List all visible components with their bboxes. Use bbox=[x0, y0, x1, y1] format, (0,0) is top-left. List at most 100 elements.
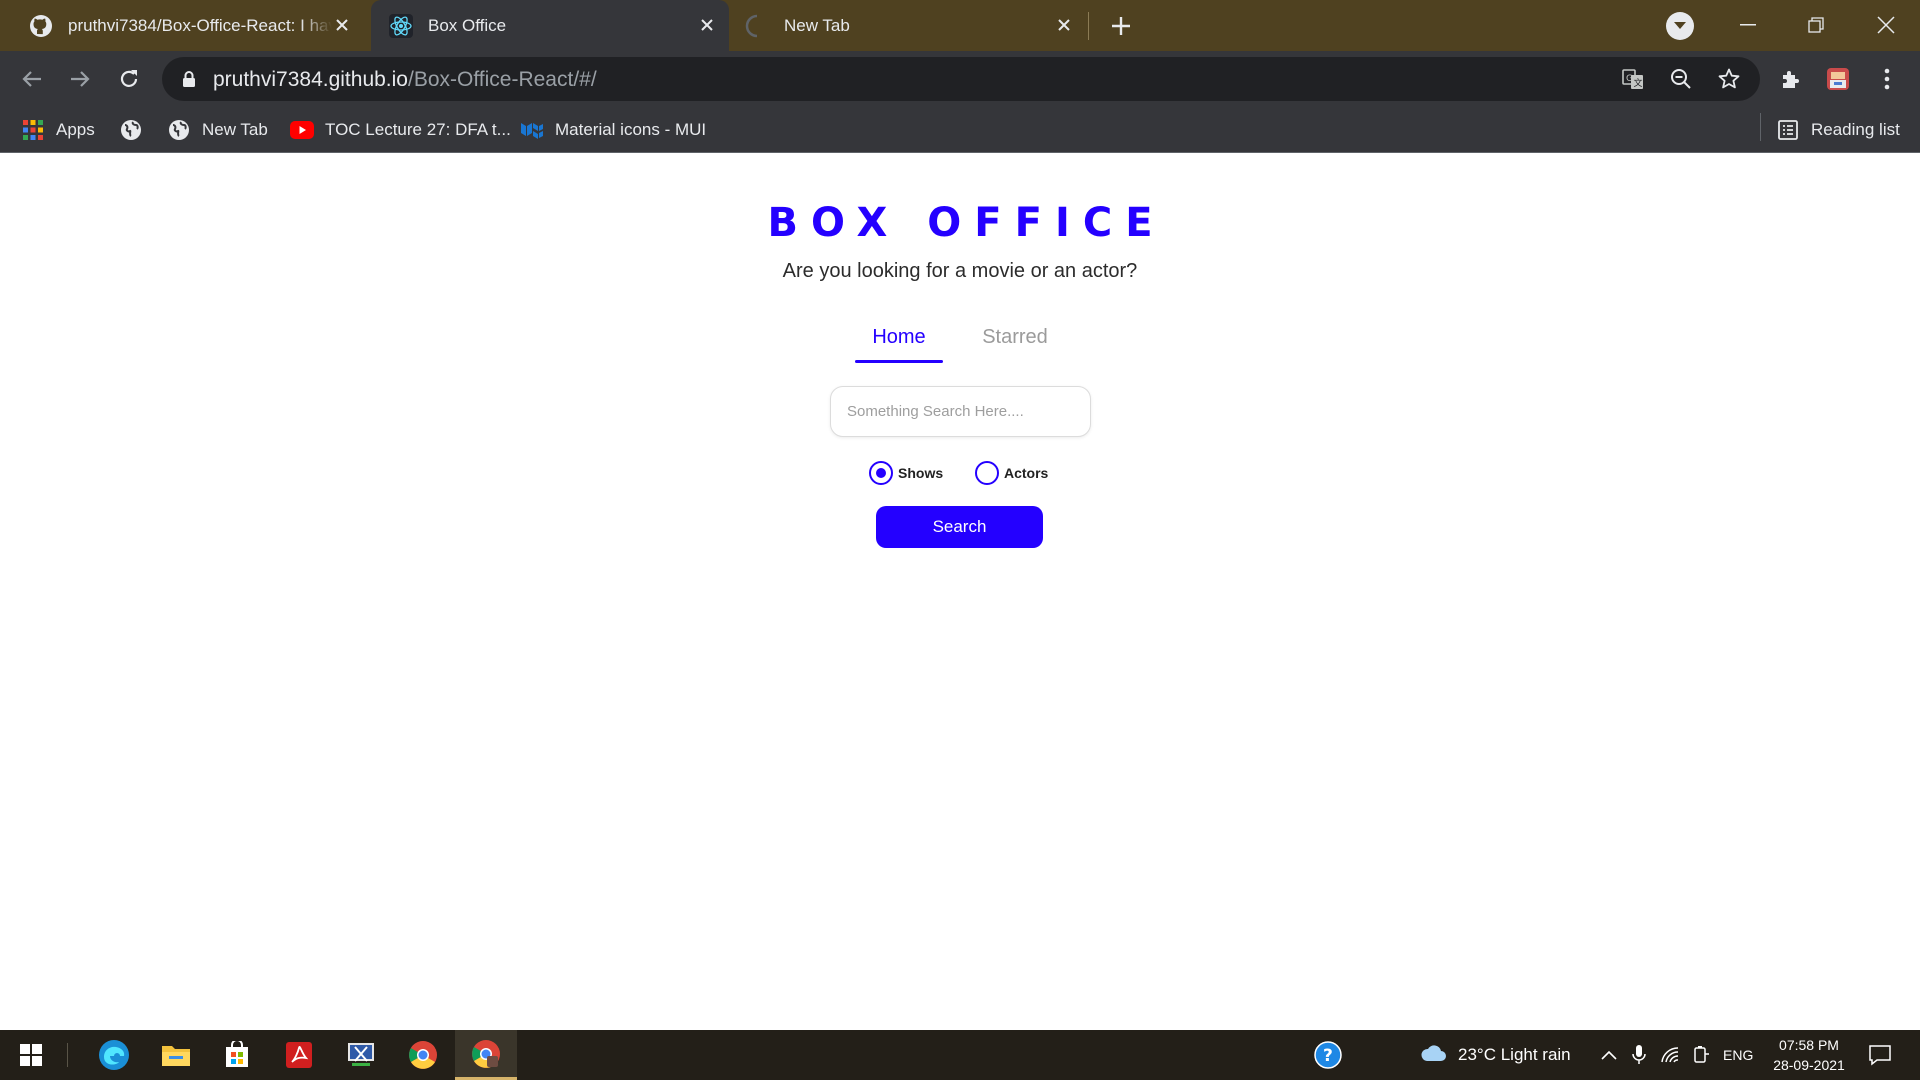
close-window-button[interactable] bbox=[1868, 8, 1904, 42]
page-content: BOX OFFICE Are you looking for a movie o… bbox=[0, 154, 1920, 1030]
chrome-profile-icon[interactable] bbox=[455, 1030, 517, 1080]
tab-new-tab[interactable]: New Tab bbox=[734, 0, 1086, 51]
profile-avatar[interactable] bbox=[1822, 63, 1854, 95]
weather-widget[interactable]: 23°C Light rain bbox=[1420, 1030, 1571, 1080]
close-tab-icon[interactable] bbox=[695, 13, 719, 37]
svg-text:G: G bbox=[1626, 74, 1633, 84]
bookmark-toc-lecture[interactable]: TOC Lecture 27: DFA t... bbox=[290, 117, 511, 143]
wifi-icon[interactable] bbox=[1660, 1030, 1682, 1080]
url-path: /Box-Office-React/#/ bbox=[407, 68, 597, 91]
reading-list-icon bbox=[1776, 118, 1800, 142]
search-input[interactable] bbox=[830, 386, 1091, 437]
nav-link-home[interactable]: Home bbox=[855, 326, 943, 363]
radio-shows[interactable]: Shows bbox=[869, 460, 943, 486]
windows-start-icon[interactable] bbox=[0, 1030, 62, 1080]
url-host: pruthvi7384.github.io bbox=[213, 68, 408, 91]
radio-unchecked-icon bbox=[975, 461, 999, 485]
radio-label: Shows bbox=[898, 465, 944, 481]
system-clock[interactable]: 07:58 PM 28-09-2021 bbox=[1766, 1035, 1852, 1075]
chevron-down-icon bbox=[1674, 22, 1686, 29]
apps-grid-icon bbox=[21, 118, 45, 142]
snipping-tool-icon[interactable] bbox=[330, 1030, 392, 1080]
battery-icon[interactable] bbox=[1692, 1030, 1710, 1080]
edge-icon[interactable] bbox=[83, 1030, 145, 1080]
url-text[interactable]: pruthvi7384.github.io/Box-Office-React/#… bbox=[213, 68, 597, 92]
help-icon[interactable]: ? bbox=[1297, 1030, 1359, 1080]
radio-label: Actors bbox=[1004, 465, 1049, 481]
kebab-menu-icon bbox=[1884, 68, 1890, 90]
chrome-icon[interactable] bbox=[392, 1030, 454, 1080]
nav-link-starred[interactable]: Starred bbox=[975, 326, 1055, 349]
avatar-icon bbox=[1827, 68, 1849, 90]
bookmark-material-icons[interactable]: Material icons - MUI bbox=[520, 117, 706, 143]
mui-icon bbox=[520, 118, 544, 142]
nav-link-label: Starred bbox=[982, 326, 1048, 348]
page-nav: Home Starred bbox=[0, 326, 1920, 366]
translate-icon[interactable]: G文 bbox=[1619, 65, 1647, 93]
back-button[interactable] bbox=[16, 63, 48, 95]
windows-taskbar: ? 23°C Light rain ENG 07:58 PM 28-09-202… bbox=[0, 1030, 1920, 1080]
search-button[interactable]: Search bbox=[876, 506, 1043, 548]
address-bar[interactable]: pruthvi7384.github.io/Box-Office-React/#… bbox=[162, 57, 1760, 101]
tab-search-button[interactable] bbox=[1666, 12, 1694, 40]
loading-spinner-icon bbox=[744, 13, 770, 39]
bookmark-apps[interactable]: Apps bbox=[21, 117, 95, 143]
reading-list-label: Reading list bbox=[1811, 120, 1900, 139]
page-title: BOX OFFICE bbox=[767, 200, 1166, 246]
bookmark-star-icon[interactable] bbox=[1715, 65, 1743, 93]
forward-button[interactable] bbox=[64, 63, 96, 95]
minimize-button[interactable] bbox=[1730, 8, 1766, 42]
reload-button[interactable] bbox=[113, 63, 145, 95]
youtube-icon bbox=[290, 118, 314, 142]
clock-date: 28-09-2021 bbox=[1773, 1057, 1845, 1073]
extensions-button[interactable] bbox=[1775, 63, 1807, 95]
svg-text:?: ? bbox=[1323, 1046, 1333, 1066]
store-icon[interactable] bbox=[206, 1030, 268, 1080]
bookmark-label: Apps bbox=[56, 120, 95, 139]
close-icon bbox=[1877, 16, 1895, 34]
tab-strip: pruthvi7384/Box-Office-React: I have Box… bbox=[0, 0, 1920, 51]
microphone-icon[interactable] bbox=[1632, 1030, 1646, 1080]
language-indicator[interactable]: ENG bbox=[1723, 1030, 1753, 1080]
svg-text:文: 文 bbox=[1634, 77, 1643, 89]
react-icon bbox=[388, 13, 414, 39]
reload-icon bbox=[120, 70, 138, 87]
browser-toolbar: pruthvi7384.github.io/Box-Office-React/#… bbox=[0, 51, 1920, 107]
tab-title: New Tab bbox=[784, 15, 850, 35]
github-icon bbox=[28, 13, 54, 39]
tab-divider bbox=[1088, 12, 1089, 40]
zoom-out-icon[interactable] bbox=[1667, 65, 1695, 93]
bookmarks-bar: Apps New Tab TOC Lecture 27: DFA t... Ma… bbox=[0, 107, 1920, 153]
tab-box-office[interactable]: Box Office bbox=[371, 0, 729, 51]
language-text: ENG bbox=[1723, 1047, 1754, 1063]
new-tab-button[interactable] bbox=[1106, 11, 1136, 41]
lock-icon bbox=[183, 71, 195, 87]
tab-github[interactable]: pruthvi7384/Box-Office-React: I have bbox=[12, 0, 364, 51]
puzzle-icon bbox=[1783, 71, 1799, 88]
restore-icon bbox=[1808, 17, 1824, 33]
radio-checked-icon bbox=[869, 461, 893, 485]
tab-title: Box Office bbox=[428, 15, 507, 35]
tray-chevron-up-icon[interactable] bbox=[1600, 1030, 1618, 1080]
plus-icon bbox=[1112, 17, 1130, 35]
bookmark-label: Material icons - MUI bbox=[555, 120, 707, 139]
bookmark-label: TOC Lecture 27: DFA t... bbox=[325, 120, 511, 139]
nav-link-label: Home bbox=[872, 326, 926, 348]
arrow-right-icon bbox=[71, 71, 90, 87]
bookmarks-divider bbox=[1760, 113, 1761, 141]
bookmark-label: New Tab bbox=[202, 120, 268, 139]
radio-actors[interactable]: Actors bbox=[975, 460, 1048, 486]
clock-time: 07:58 PM bbox=[1779, 1037, 1839, 1053]
restore-button[interactable] bbox=[1798, 8, 1834, 42]
page-subtitle: Are you looking for a movie or an actor? bbox=[782, 260, 1138, 282]
file-explorer-icon[interactable] bbox=[145, 1030, 207, 1080]
bookmark-new-tab[interactable]: New Tab bbox=[167, 117, 268, 143]
browser-menu-button[interactable] bbox=[1871, 63, 1903, 95]
close-tab-icon[interactable] bbox=[1052, 13, 1076, 37]
globe-icon bbox=[119, 118, 143, 142]
notification-icon[interactable] bbox=[1868, 1030, 1892, 1080]
reading-list-button[interactable]: Reading list bbox=[1776, 117, 1900, 143]
close-tab-icon[interactable] bbox=[330, 13, 354, 37]
acrobat-icon[interactable] bbox=[268, 1030, 330, 1080]
bookmark-globe[interactable] bbox=[119, 117, 154, 143]
